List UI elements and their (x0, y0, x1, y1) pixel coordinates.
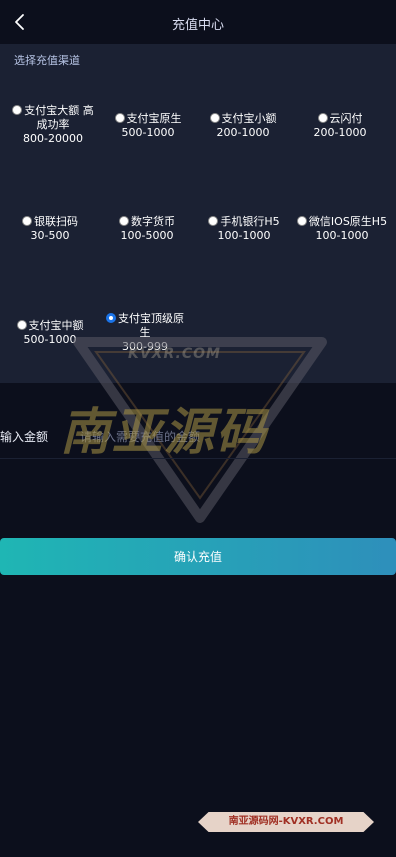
channel-label: 数字货币 (131, 215, 175, 228)
channel-range: 100-1000 (315, 229, 369, 242)
channel-option[interactable]: 支付宝原生 500-1000 (110, 112, 186, 140)
channel-range: 800-20000 (23, 132, 83, 145)
page-title: 充值中心 (171, 18, 224, 33)
radio-button[interactable] (296, 216, 307, 226)
channel-label: 支付宝大额 高成功率 (24, 104, 94, 131)
header: 充值中心 (0, 0, 396, 44)
channel-option[interactable]: 微信IOS原生H5 100-1000 (292, 215, 392, 243)
amount-label: 输入金额 (0, 430, 49, 444)
watermark-text-small: KVXR.COM (128, 346, 221, 362)
channel-label: 云闪付 (329, 112, 363, 125)
channel-option[interactable]: 数字货币 100-5000 (114, 215, 180, 243)
channel-range: 100-5000 (120, 229, 174, 242)
channel-option[interactable]: 银联扫码 30-500 (20, 215, 80, 243)
radio-button[interactable] (22, 216, 32, 226)
radio-button[interactable] (12, 105, 23, 115)
channel-option[interactable]: 云闪付 200-1000 (310, 112, 370, 140)
channel-range: 500-1000 (121, 126, 175, 139)
watermark-text-large: 南亚源码 (60, 402, 268, 461)
channel-label: 支付宝小额 (221, 112, 277, 125)
radio-button[interactable] (119, 216, 129, 226)
channel-range: 30-500 (30, 229, 70, 242)
channel-label: 银联扫码 (34, 215, 78, 228)
radio-button[interactable] (317, 113, 328, 123)
channel-label: 微信IOS原生H5 (308, 215, 388, 228)
section-label: 选择充值渠道 (14, 54, 80, 67)
channel-label: 支付宝原生 (126, 112, 182, 125)
radio-button[interactable] (208, 216, 219, 226)
radio-button[interactable] (16, 320, 27, 330)
confirm-recharge-button[interactable]: 确认充值 (0, 538, 396, 575)
radio-button[interactable] (114, 113, 125, 123)
channel-label: 手机银行H5 (220, 215, 280, 228)
channel-option[interactable]: 支付宝小额 200-1000 (206, 112, 280, 140)
channel-range: 100-1000 (217, 229, 271, 242)
watermark-badge: 南亚源码网-KVXR.COM (198, 812, 374, 832)
channel-option[interactable]: 手机银行H5 100-1000 (204, 215, 284, 243)
channel-range: 200-1000 (216, 126, 270, 139)
channel-range: 200-1000 (313, 126, 367, 139)
channel-option[interactable]: 支付宝大额 高成功率 800-20000 (8, 104, 98, 146)
radio-button-checked[interactable] (106, 313, 116, 323)
radio-button[interactable] (209, 113, 220, 123)
